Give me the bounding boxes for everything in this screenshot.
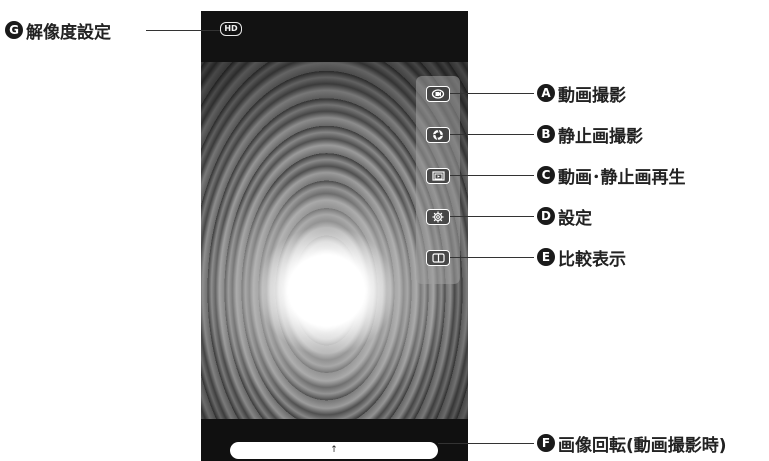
callout-text-c: 動画･静止画再生 (558, 167, 686, 188)
callout-line-g (146, 30, 220, 32)
callout-badge-g: G (5, 21, 23, 39)
callout-badge-a: A (537, 84, 555, 102)
gear-icon (432, 211, 444, 223)
callout-line-f (438, 443, 534, 445)
arrow-up-icon: ↑ (330, 445, 338, 455)
top-bar: HD (201, 11, 468, 62)
callout-badge-d: D (537, 207, 555, 225)
callout-resolution-setting: G 解像度設定 (5, 20, 111, 43)
bottom-bar: ↑ (201, 419, 468, 461)
callout-text-b: 静止画撮影 (558, 126, 643, 147)
settings-button[interactable] (426, 209, 450, 225)
callout-badge-c: C (537, 166, 555, 184)
callout-line-d (450, 216, 534, 218)
callout-compare-view: E 比較表示 (537, 247, 626, 270)
callout-playback: C 動画･静止画再生 (537, 165, 686, 188)
callout-line-b (450, 134, 534, 136)
side-toolbar (416, 76, 460, 284)
callout-badge-b: B (537, 125, 555, 143)
callout-line-c (450, 175, 534, 177)
video-record-button[interactable] (426, 86, 450, 102)
callout-line-e (450, 257, 534, 259)
media-playback-icon (431, 171, 445, 181)
image-rotate-button[interactable]: ↑ (230, 442, 438, 459)
resolution-button[interactable]: HD (220, 22, 242, 36)
callout-badge-f: F (537, 434, 555, 452)
callout-photo-capture: B 静止画撮影 (537, 124, 643, 147)
callout-image-rotation: F 画像回転(動画撮影時) (537, 433, 727, 456)
callout-badge-e: E (537, 248, 555, 266)
callout-video-recording: A 動画撮影 (537, 83, 626, 106)
photo-capture-button[interactable] (426, 127, 450, 143)
callout-text-d: 設定 (558, 208, 592, 229)
compare-view-button[interactable] (426, 250, 450, 266)
playback-button[interactable] (426, 168, 450, 184)
callout-text-e: 比較表示 (558, 249, 626, 270)
camera-shutter-icon (432, 129, 444, 141)
callout-line-a (450, 93, 534, 95)
callout-text-g: 解像度設定 (26, 22, 111, 43)
callout-text-a: 動画撮影 (558, 85, 626, 106)
callout-settings: D 設定 (537, 206, 592, 229)
callout-text-f: 画像回転(動画撮影時) (558, 435, 727, 456)
video-record-icon (431, 89, 445, 99)
compare-split-icon (431, 253, 445, 263)
